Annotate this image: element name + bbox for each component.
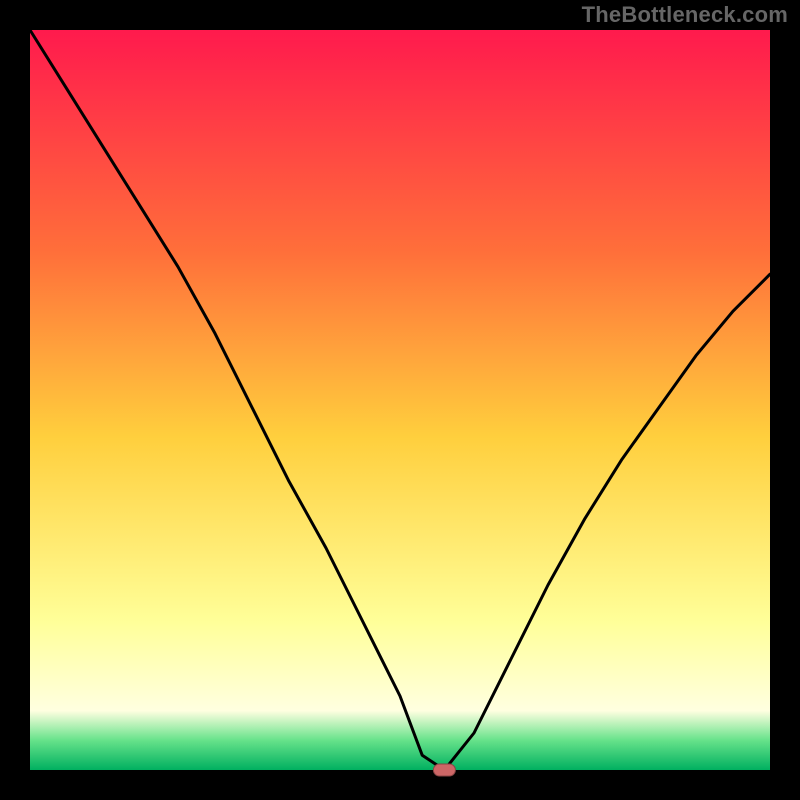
optimal-marker bbox=[433, 764, 455, 776]
plot-background bbox=[30, 30, 770, 770]
bottleneck-chart bbox=[0, 0, 800, 800]
chart-frame: { "watermark": "TheBottleneck.com", "col… bbox=[0, 0, 800, 800]
watermark-text: TheBottleneck.com bbox=[582, 2, 788, 28]
